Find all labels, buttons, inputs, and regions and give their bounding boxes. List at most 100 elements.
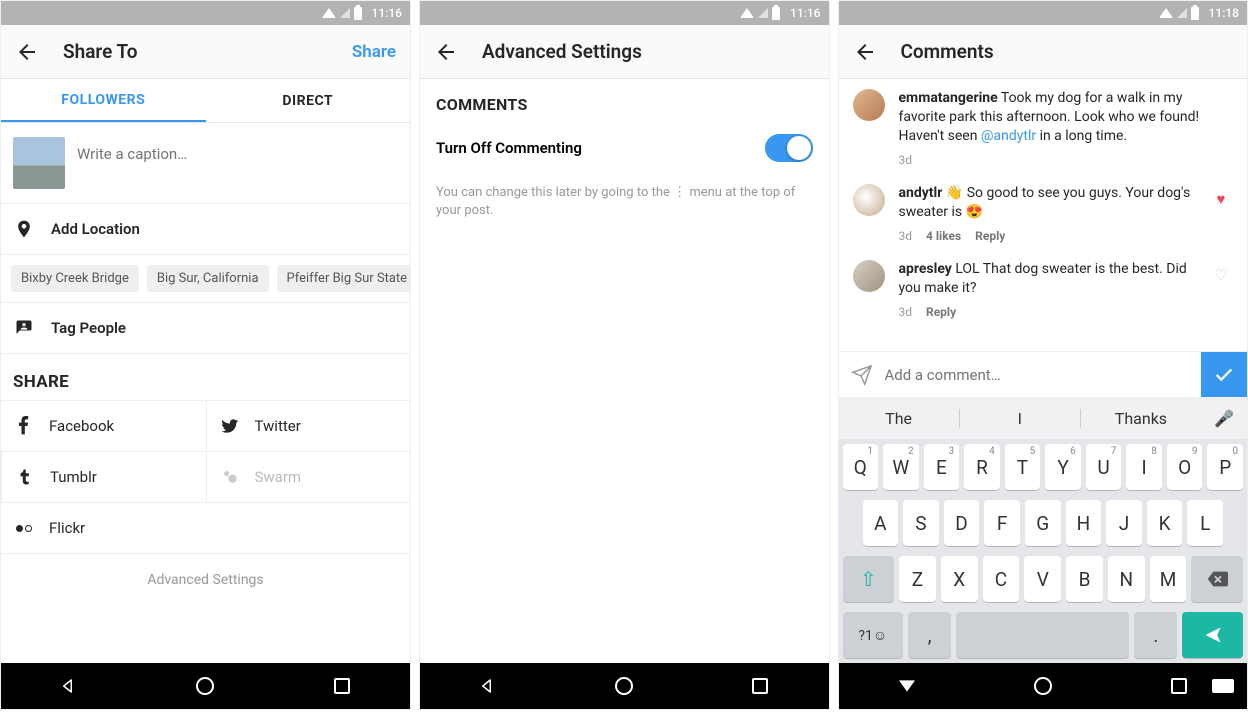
nav-back[interactable]: [57, 674, 81, 698]
caption-row: [1, 123, 410, 204]
commenting-toggle[interactable]: [765, 134, 813, 162]
tab-followers[interactable]: FOLLOWERS: [1, 79, 206, 122]
location-chip[interactable]: Pfeiffer Big Sur State P…: [277, 265, 410, 292]
key-C[interactable]: C: [983, 556, 1020, 602]
flickr-icon: [13, 517, 35, 539]
key-K[interactable]: K: [1147, 500, 1183, 546]
share-tumblr[interactable]: Tumblr: [1, 452, 206, 503]
clock: 11:18: [1209, 6, 1239, 20]
tag-people-row[interactable]: Tag People: [1, 303, 410, 354]
key-H[interactable]: H: [1066, 500, 1102, 546]
comma-key[interactable]: ,: [908, 612, 951, 658]
add-location-row[interactable]: Add Location: [1, 204, 410, 255]
suggestion[interactable]: The: [839, 409, 960, 428]
direct-share-icon[interactable]: [839, 364, 885, 386]
share-label: Swarm: [255, 468, 302, 486]
share-label: Tumblr: [50, 468, 97, 486]
toolbar: Advanced Settings: [420, 25, 829, 79]
nav-back-ime[interactable]: [895, 674, 919, 698]
suggestion[interactable]: I: [960, 409, 1081, 428]
back-arrow-icon[interactable]: [853, 40, 877, 64]
share-twitter[interactable]: Twitter: [206, 401, 411, 452]
post-thumbnail[interactable]: [13, 137, 65, 189]
comment-input[interactable]: [885, 366, 1202, 384]
commenting-note: You can change this later by going to th…: [420, 172, 829, 232]
key-R[interactable]: R4: [964, 444, 1000, 490]
key-Y[interactable]: Y6: [1045, 444, 1081, 490]
key-P[interactable]: P0: [1207, 444, 1243, 490]
shift-key[interactable]: ⇧: [843, 556, 895, 602]
nav-home[interactable]: [1031, 674, 1055, 698]
keyboard: The I Thanks 🎤 Q1W2E3R4T5Y6U7I8O9P0 ASDF…: [839, 397, 1248, 663]
key-U[interactable]: U7: [1086, 444, 1122, 490]
nav-recents[interactable]: [330, 674, 354, 698]
key-B[interactable]: B: [1066, 556, 1103, 602]
share-button[interactable]: Share: [352, 42, 396, 62]
share-facebook[interactable]: Facebook: [1, 401, 206, 452]
nav-recents[interactable]: [748, 674, 772, 698]
swarm-icon: [219, 466, 241, 488]
like-heart-outline-icon[interactable]: ♡: [1214, 266, 1227, 284]
comment-row: andytlr 👋 So good to see you guys. Your …: [853, 184, 1234, 244]
key-X[interactable]: X: [941, 556, 978, 602]
backspace-key[interactable]: [1191, 556, 1243, 602]
key-L[interactable]: L: [1187, 500, 1223, 546]
android-navbar: [1, 663, 410, 709]
status-bar: 11:16: [1, 1, 410, 25]
key-F[interactable]: F: [984, 500, 1020, 546]
caption-input[interactable]: [77, 137, 398, 163]
location-chip[interactable]: Bixby Creek Bridge: [11, 265, 139, 292]
nav-home[interactable]: [193, 674, 217, 698]
share-flickr[interactable]: Flickr: [1, 503, 410, 554]
symbols-key[interactable]: ?1☺: [843, 612, 904, 658]
key-N[interactable]: N: [1108, 556, 1145, 602]
key-A[interactable]: A: [863, 500, 899, 546]
key-S[interactable]: S: [903, 500, 939, 546]
back-arrow-icon[interactable]: [434, 40, 458, 64]
comment-text-tail: in a long time.: [1036, 128, 1127, 144]
key-T[interactable]: T5: [1005, 444, 1041, 490]
comment-time: 3d: [899, 152, 913, 168]
advanced-settings-link[interactable]: Advanced Settings: [1, 554, 410, 606]
period-key[interactable]: .: [1134, 612, 1177, 658]
cell-signal-icon: [758, 8, 768, 18]
reply-button[interactable]: Reply: [926, 304, 956, 320]
comment-username[interactable]: andytlr: [899, 185, 943, 201]
spacebar-key[interactable]: [956, 612, 1129, 658]
nav-keyboard-switch[interactable]: [1211, 674, 1235, 698]
tab-direct[interactable]: DIRECT: [206, 79, 411, 122]
nav-home[interactable]: [612, 674, 636, 698]
key-W[interactable]: W2: [883, 444, 919, 490]
avatar[interactable]: [853, 184, 885, 216]
key-Q[interactable]: Q1: [843, 444, 879, 490]
nav-back[interactable]: [476, 674, 500, 698]
key-J[interactable]: J: [1106, 500, 1142, 546]
key-Z[interactable]: Z: [899, 556, 936, 602]
like-heart-icon[interactable]: ♥: [1217, 190, 1226, 208]
comment-likes[interactable]: 4 likes: [926, 228, 961, 244]
nav-recents[interactable]: [1167, 674, 1191, 698]
location-chip[interactable]: Big Sur, California: [147, 265, 269, 292]
comment-row: apresley LOL That dog sweater is the bes…: [853, 260, 1234, 320]
comment-username[interactable]: emmatangerine: [899, 90, 998, 106]
comment-username[interactable]: apresley: [899, 261, 952, 277]
avatar[interactable]: [853, 89, 885, 121]
share-swarm[interactable]: Swarm: [206, 452, 411, 503]
key-G[interactable]: G: [1025, 500, 1061, 546]
post-comment-button[interactable]: [1201, 352, 1247, 398]
back-arrow-icon[interactable]: [15, 40, 39, 64]
mic-icon[interactable]: 🎤: [1201, 409, 1247, 428]
enter-key[interactable]: [1182, 612, 1243, 658]
suggestion[interactable]: Thanks: [1081, 409, 1201, 428]
key-D[interactable]: D: [944, 500, 980, 546]
key-I[interactable]: I8: [1126, 444, 1162, 490]
mention-link[interactable]: @andytlr: [981, 128, 1036, 144]
key-M[interactable]: M: [1150, 556, 1187, 602]
key-E[interactable]: E3: [924, 444, 960, 490]
key-O[interactable]: O9: [1167, 444, 1203, 490]
status-bar: 11:16: [420, 1, 829, 25]
comment-time: 3d: [899, 304, 913, 320]
key-V[interactable]: V: [1024, 556, 1061, 602]
avatar[interactable]: [853, 260, 885, 292]
reply-button[interactable]: Reply: [975, 228, 1005, 244]
